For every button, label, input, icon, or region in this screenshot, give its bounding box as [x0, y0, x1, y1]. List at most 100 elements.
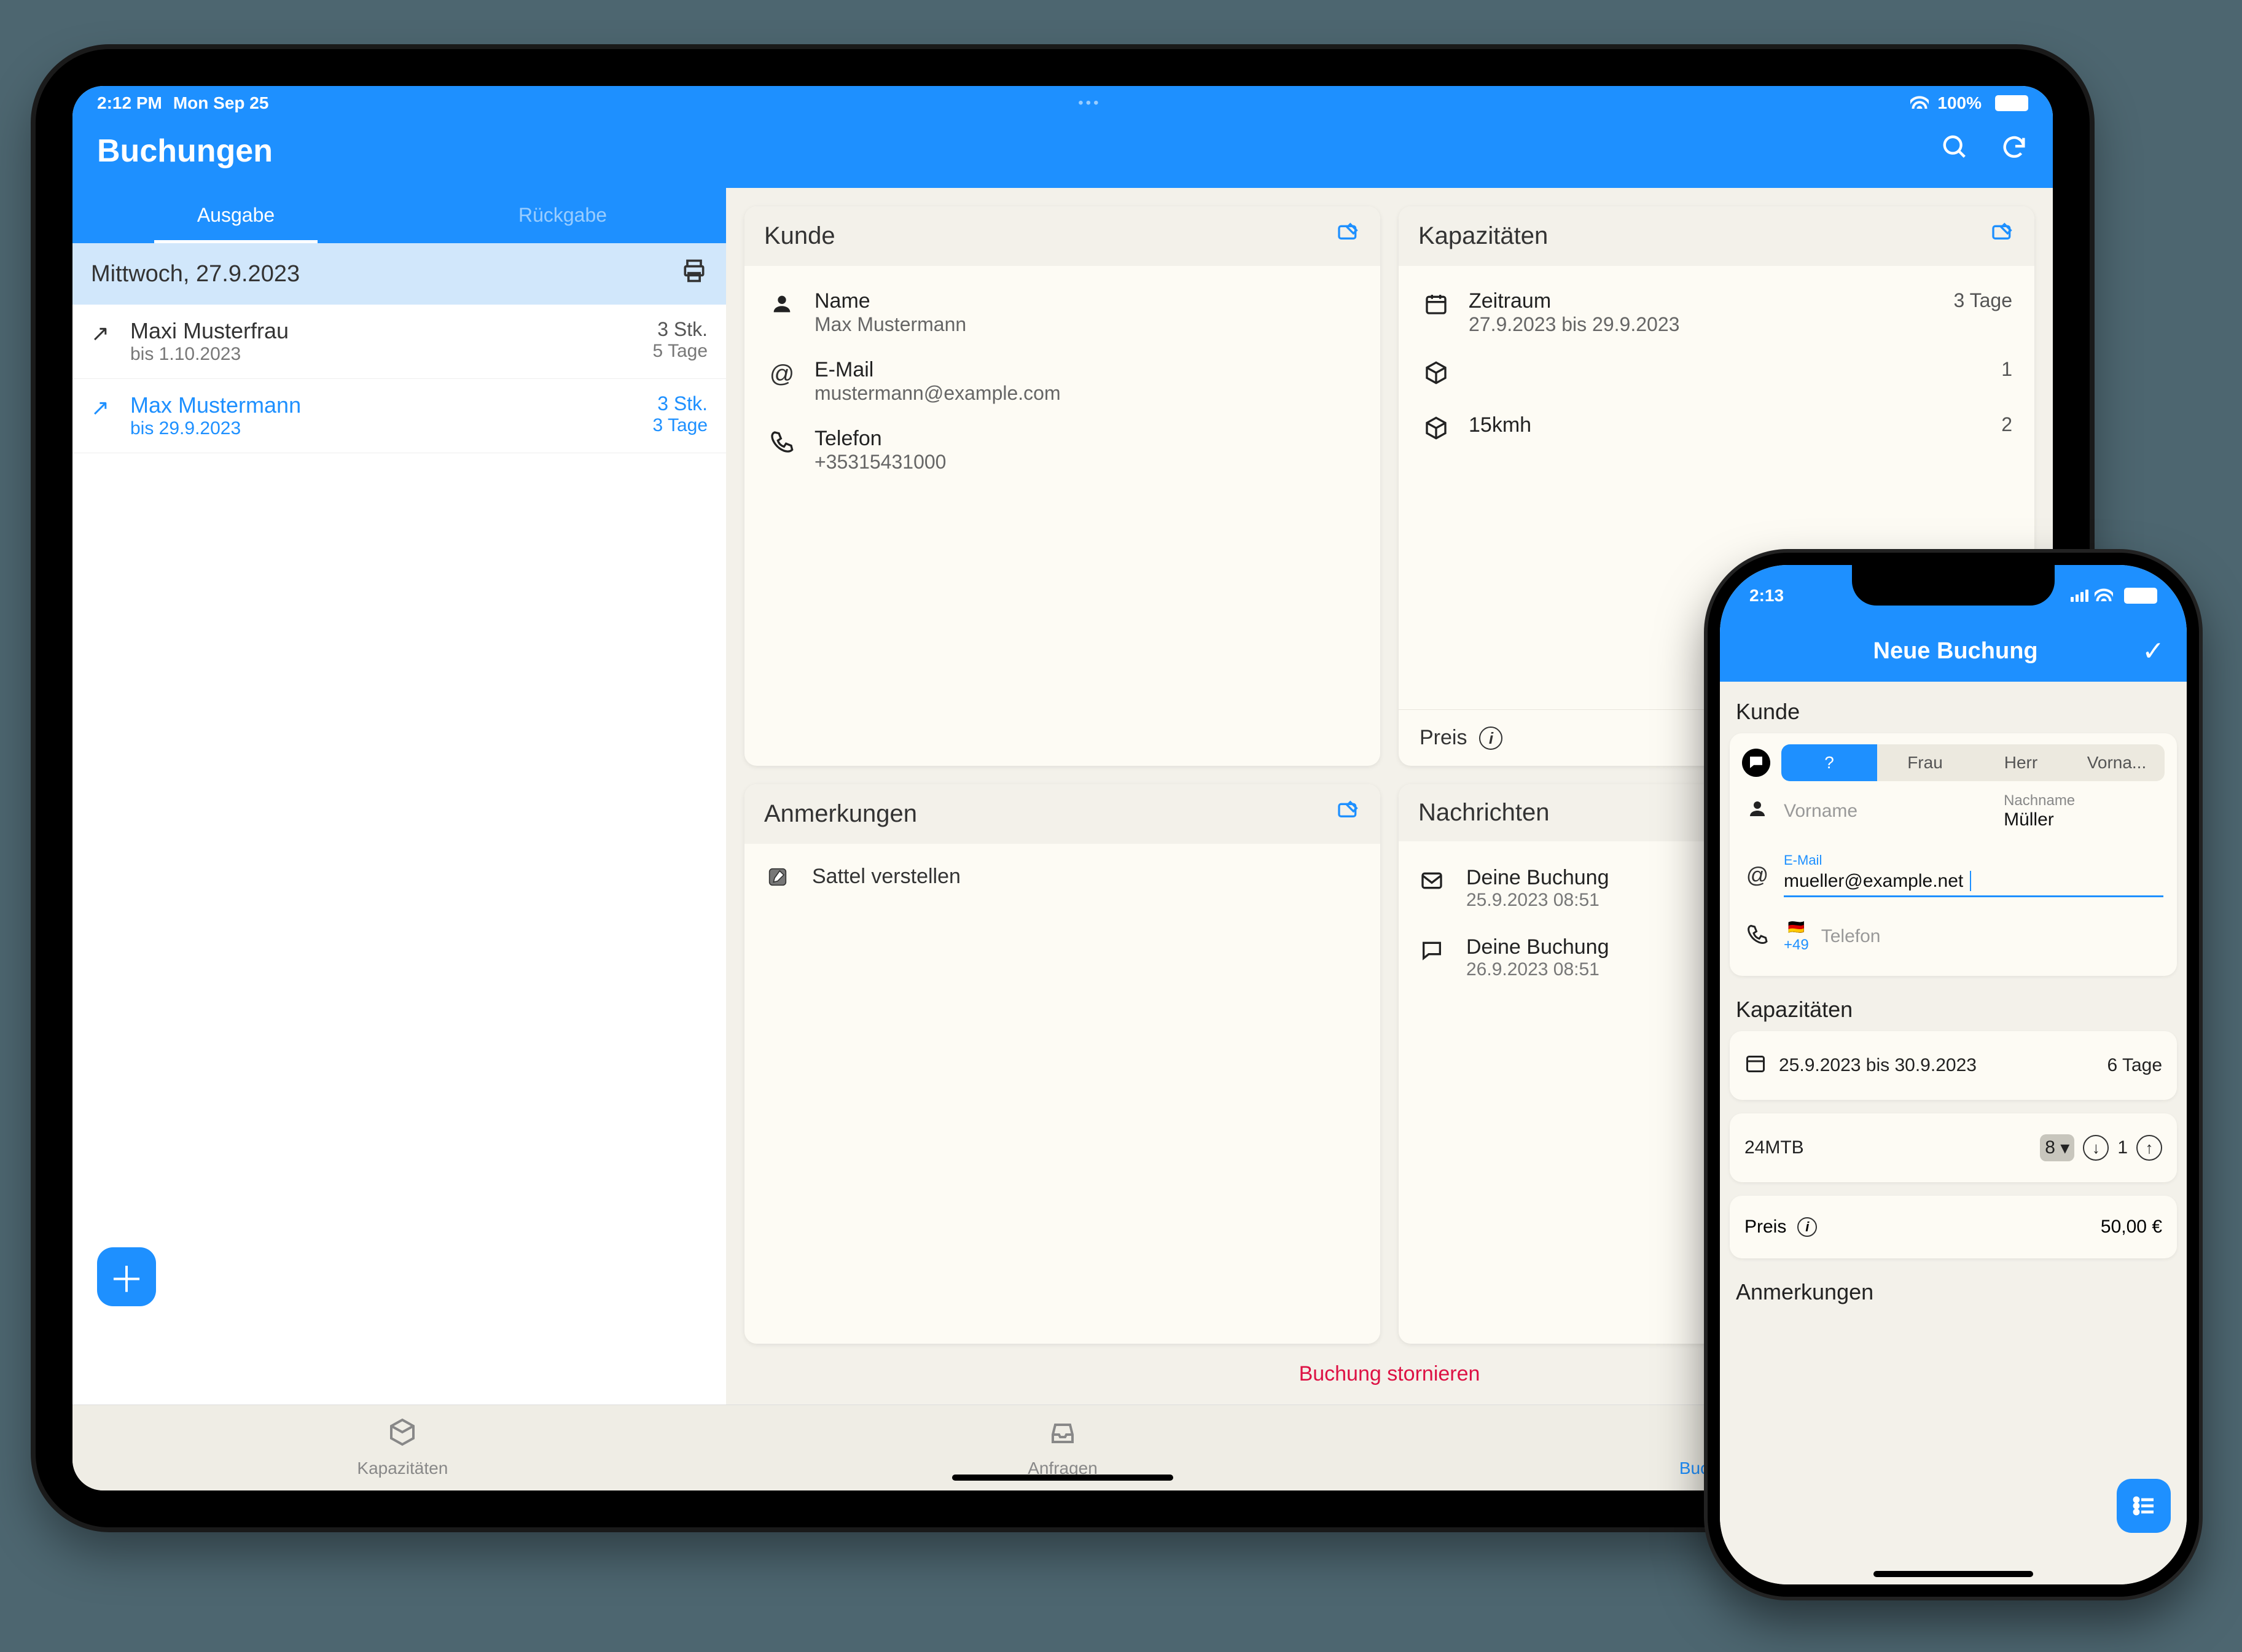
edit-icon[interactable] — [1990, 221, 2015, 251]
item-count: 2 — [2001, 413, 2012, 436]
iphone-header: Neue Buchung ✓ — [1720, 620, 2187, 682]
price-label: Preis — [1420, 726, 1467, 750]
edit-icon[interactable] — [1336, 221, 1361, 251]
panel-title: Kunde — [764, 222, 835, 250]
home-indicator — [952, 1475, 1173, 1481]
section-anmerkungen-title: Anmerkungen — [1730, 1272, 2177, 1314]
decrease-icon[interactable]: ↓ — [2083, 1135, 2109, 1161]
seg-herr[interactable]: Herr — [1973, 744, 2069, 781]
booking-until: bis 1.10.2023 — [130, 344, 638, 365]
box-icon — [1421, 413, 1451, 446]
message-title: Deine Buchung — [1466, 866, 1609, 890]
phone-label: Telefon — [814, 427, 1358, 451]
seg-vorname[interactable]: Vorna... — [2069, 744, 2165, 781]
panel-title: Anmerkungen — [764, 800, 917, 828]
page-title: Neue Buchung — [1769, 638, 2142, 664]
message-title: Deine Buchung — [1466, 935, 1609, 959]
booking-meta: 3 Stk.3 Tage — [652, 392, 708, 436]
envelope-icon — [1420, 866, 1450, 899]
calendar-icon — [1744, 1052, 1767, 1079]
email-label: E-Mail — [814, 358, 1358, 382]
booking-list-item[interactable]: ↗ Max Mustermann bis 29.9.2023 3 Stk.3 T… — [72, 379, 726, 453]
booking-meta: 3 Stk.5 Tage — [652, 318, 708, 362]
lastname-field[interactable]: Müller — [2004, 809, 2163, 830]
list-fab-button[interactable] — [2117, 1479, 2171, 1533]
add-booking-button[interactable]: ＋ — [97, 1247, 156, 1306]
seg-frau[interactable]: Frau — [1877, 744, 1973, 781]
print-icon[interactable] — [681, 257, 708, 291]
box-icon — [1421, 358, 1451, 391]
booking-name: Max Mustermann — [130, 392, 638, 418]
cellular-icon — [2071, 590, 2088, 602]
wifi-icon — [1910, 93, 1929, 113]
name-label: Name — [814, 289, 1358, 313]
chat-bubble-icon — [1742, 749, 1770, 777]
period-value[interactable]: 25.9.2023 bis 30.9.2023 — [1779, 1055, 1977, 1076]
email-value: mustermann@example.com — [814, 382, 1358, 405]
note-text: Sattel verstellen — [812, 865, 961, 895]
iphone-body: Kunde ? Frau Herr Vorna... — [1720, 682, 2187, 1584]
confirm-icon[interactable]: ✓ — [2142, 636, 2165, 667]
tab-kapazitaeten[interactable]: Kapazitäten — [72, 1405, 733, 1490]
at-icon: @ — [1743, 862, 1771, 888]
person-icon — [767, 289, 797, 322]
tab-rueckgabe[interactable]: Rückgabe — [399, 192, 726, 243]
panel-title: Kapazitäten — [1418, 222, 1548, 250]
panel-kunde: Kunde Nam — [744, 206, 1380, 766]
phone-icon — [767, 427, 797, 460]
firstname-field[interactable]: Vorname — [1784, 801, 1991, 822]
booking-list-item[interactable]: ↗ Maxi Musterfrau bis 1.10.2023 3 Stk.5 … — [72, 305, 726, 379]
item-name: 15kmh — [1469, 413, 1984, 437]
status-time: 2:13 — [1749, 586, 1784, 606]
period-days: 6 Tage — [2107, 1055, 2162, 1076]
qty-value: 1 — [2117, 1137, 2128, 1158]
section-kunde-title: Kunde — [1730, 692, 2177, 733]
wifi-icon — [2095, 586, 2113, 606]
info-icon[interactable]: i — [1797, 1217, 1817, 1237]
refresh-icon[interactable] — [2000, 133, 2028, 169]
arrow-out-icon: ↗ — [91, 318, 115, 346]
search-icon[interactable] — [1941, 133, 1969, 169]
country-code[interactable]: +49 — [1784, 937, 1809, 954]
at-icon: @ — [767, 358, 797, 388]
message-date: 26.9.2023 08:51 — [1466, 959, 1609, 980]
phone-field[interactable]: Telefon — [1821, 926, 2163, 947]
email-field[interactable]: mueller@example.net — [1784, 868, 2163, 897]
kunde-card: ? Frau Herr Vorna... Vorname Nachname — [1730, 733, 2177, 976]
price-card: Preis i 50,00 € — [1730, 1196, 2177, 1258]
period-days: 3 Tage — [1954, 289, 2013, 312]
inbox-icon — [1048, 1417, 1077, 1454]
ipad-status-bar: 2:12 PM Mon Sep 25 ••• 100% — [72, 86, 2053, 120]
section-kapazitaeten-title: Kapazitäten — [1730, 989, 2177, 1031]
quantity-stepper[interactable]: 8 ▾ ↓ 1 ↑ — [2040, 1134, 2162, 1161]
seg-unknown[interactable]: ? — [1781, 744, 1877, 781]
notch — [1852, 565, 2055, 606]
flag-icon[interactable]: 🇩🇪 — [1788, 919, 1805, 935]
page-title: Buchungen — [97, 133, 1941, 169]
date-header: Mittwoch, 27.9.2023 — [72, 243, 726, 305]
tab-ausgabe[interactable]: Ausgabe — [72, 192, 399, 243]
panel-anmerkungen: Anmerkungen Sattel verstelle — [744, 784, 1380, 1344]
note-icon — [765, 865, 796, 895]
home-indicator — [1873, 1571, 2033, 1577]
increase-icon[interactable]: ↑ — [2136, 1135, 2162, 1161]
info-icon[interactable]: i — [1479, 727, 1502, 750]
item-count: 1 — [2001, 358, 2012, 381]
booking-name: Maxi Musterfrau — [130, 318, 638, 344]
iphone-screen: 2:13 Neue Buchung ✓ Kunde ? — [1720, 565, 2187, 1584]
battery-percent: 100% — [1937, 93, 1982, 113]
qty-dropdown[interactable]: 8 ▾ — [2040, 1134, 2074, 1161]
lastname-label: Nachname — [2004, 792, 2163, 809]
message-date: 25.9.2023 08:51 — [1466, 890, 1609, 911]
panel-title: Nachrichten — [1418, 799, 1549, 827]
calendar-icon — [1421, 289, 1451, 322]
date-header-text: Mittwoch, 27.9.2023 — [91, 261, 300, 287]
edit-icon[interactable] — [1336, 799, 1361, 829]
price-value: 50,00 € — [2101, 1217, 2162, 1237]
name-value: Max Mustermann — [814, 313, 1358, 336]
app-header: Buchungen — [72, 120, 2053, 188]
battery-icon — [2119, 588, 2157, 604]
battery-icon — [1990, 95, 2028, 111]
salutation-segment[interactable]: ? Frau Herr Vorna... — [1781, 744, 2165, 781]
period-label: Zeitraum — [1469, 289, 1937, 313]
